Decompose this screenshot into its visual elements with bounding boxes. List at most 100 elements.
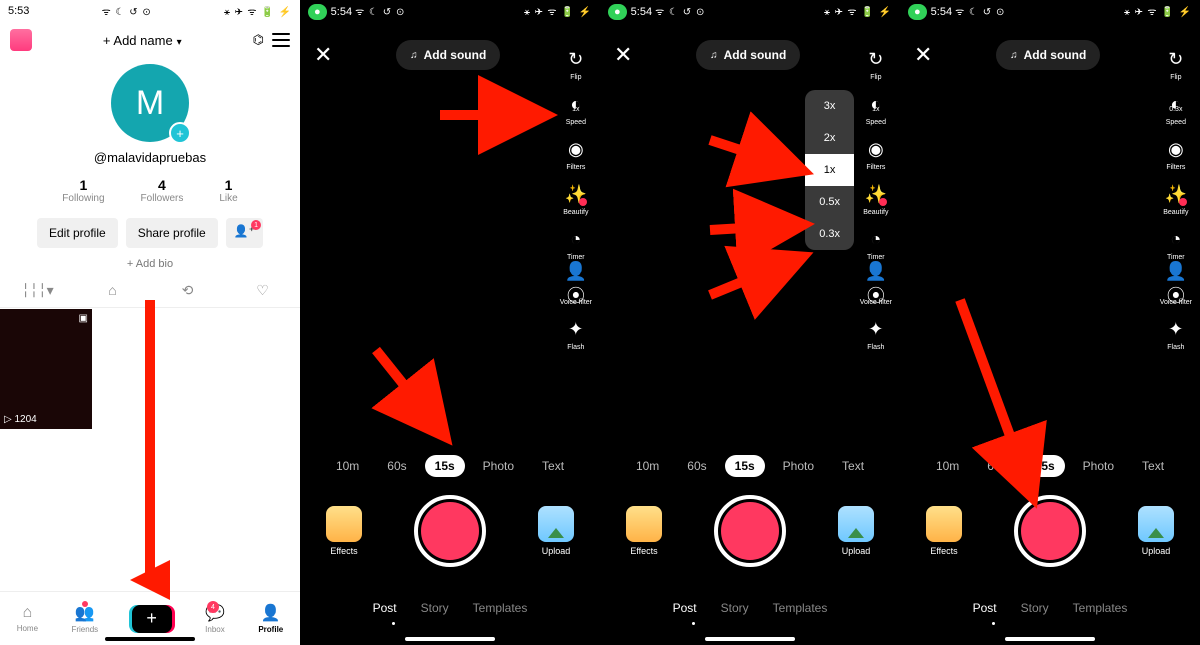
duration-15s[interactable]: 15s	[725, 455, 765, 477]
status-bar: 5:53 ᯤ ☾ ↺ ⊙ ⚹ ✈ ᯤ 🔋 ⚡	[0, 0, 300, 22]
avatar[interactable]: M +	[111, 64, 189, 142]
add-friends-button[interactable]: 👤⁺ 1	[226, 218, 263, 248]
upload-button[interactable]: Upload	[838, 506, 874, 556]
tool-voice-filter[interactable]: 👤⦿ Voice filter	[860, 271, 892, 306]
tool-flash[interactable]: ✦ Flash	[863, 316, 889, 351]
add-sound-button[interactable]: ♫Add sound	[396, 40, 500, 70]
tab-profile[interactable]: 👤Profile	[258, 603, 283, 634]
close-icon[interactable]: ✕	[314, 42, 332, 68]
profile-panel: 5:53 ᯤ ☾ ↺ ⊙ ⚹ ✈ ᯤ 🔋 ⚡ + Add name▾ ⌬ M +…	[0, 0, 300, 645]
tab-friends[interactable]: 👥Friends	[71, 603, 98, 634]
tool-speed[interactable]: ◐1x Speed	[863, 91, 889, 126]
voice-filter-icon: 👤⦿	[1163, 271, 1189, 297]
stat-followers[interactable]: 4Followers	[123, 177, 202, 204]
create-button[interactable]: +	[132, 605, 172, 633]
duration-Text[interactable]: Text	[532, 455, 574, 477]
stat-following[interactable]: 1Following	[44, 177, 122, 204]
duration-60s[interactable]: 60s	[677, 455, 716, 477]
add-name-button[interactable]: + Add name▾	[32, 33, 253, 48]
tab-repost-icon[interactable]: ⟲	[168, 282, 208, 299]
speed-option-0.3x[interactable]: 0.3x	[805, 218, 854, 250]
duration-60s[interactable]: 60s	[377, 455, 416, 477]
tab-feed-icon[interactable]: ╎╎╎▾	[18, 282, 58, 299]
footsteps-icon[interactable]: ⌬	[253, 32, 264, 48]
tool-flip[interactable]: ↻ Flip	[1163, 46, 1189, 81]
duration-10m[interactable]: 10m	[626, 455, 669, 477]
edit-profile-button[interactable]: Edit profile	[37, 218, 118, 248]
close-icon[interactable]: ✕	[914, 42, 932, 68]
tool-speed[interactable]: ◐1x Speed	[563, 91, 589, 126]
duration-Text[interactable]: Text	[1132, 455, 1174, 477]
tool-beautify[interactable]: ✨ Beautify	[563, 181, 589, 216]
tool-timer[interactable]: ◔ Timer	[563, 226, 589, 261]
tool-flash[interactable]: ✦ Flash	[1163, 316, 1189, 351]
tool-speed[interactable]: ◐0.3x Speed	[1163, 91, 1189, 126]
post-tab-post[interactable]: Post	[973, 601, 997, 615]
speed-option-1x[interactable]: 1x	[805, 154, 854, 186]
post-tab-story[interactable]: Story	[721, 601, 749, 615]
tool-flip[interactable]: ↻ Flip	[563, 46, 589, 81]
tool-voice-filter[interactable]: 👤⦿ Voice filter	[1160, 271, 1192, 306]
tool-voice-filter[interactable]: 👤⦿ Voice filter	[560, 271, 592, 306]
effects-button[interactable]: Effects	[626, 506, 662, 556]
duration-60s[interactable]: 60s	[977, 455, 1016, 477]
shutter-button[interactable]	[414, 495, 486, 567]
tab-inbox[interactable]: 💬4Inbox	[205, 603, 225, 634]
tool-beautify[interactable]: ✨ Beautify	[863, 181, 889, 216]
add-sound-button[interactable]: ♫Add sound	[696, 40, 800, 70]
duration-10m[interactable]: 10m	[326, 455, 369, 477]
effects-button[interactable]: Effects	[926, 506, 962, 556]
effects-button[interactable]: Effects	[326, 506, 362, 556]
tab-home[interactable]: ⌂Home	[17, 604, 38, 633]
upload-button[interactable]: Upload	[538, 506, 574, 556]
duration-Text[interactable]: Text	[832, 455, 874, 477]
recording-pill: ●	[308, 4, 327, 20]
share-profile-button[interactable]: Share profile	[126, 218, 218, 248]
tool-filters[interactable]: ◉ Filters	[563, 136, 589, 171]
duration-15s[interactable]: 15s	[1025, 455, 1065, 477]
tool-filters[interactable]: ◉ Filters	[863, 136, 889, 171]
speed-option-2x[interactable]: 2x	[805, 122, 854, 154]
tool-timer[interactable]: ◔ Timer	[1163, 226, 1189, 261]
status-right-icons: ⚹ ✈ ᯤ 🔋 ⚡	[224, 4, 292, 18]
speed-option-0.5x[interactable]: 0.5x	[805, 186, 854, 218]
tool-timer[interactable]: ◔ Timer	[863, 226, 889, 261]
post-tab-story[interactable]: Story	[1021, 601, 1049, 615]
tool-filters[interactable]: ◉ Filters	[1163, 136, 1189, 171]
menu-icon[interactable]	[272, 33, 290, 47]
post-tab-post[interactable]: Post	[373, 601, 397, 615]
close-icon[interactable]: ✕	[614, 42, 632, 68]
tool-flip[interactable]: ↻ Flip	[863, 46, 889, 81]
duration-15s[interactable]: 15s	[425, 455, 465, 477]
timer-icon: ◔	[563, 226, 589, 252]
timer-icon: ◔	[863, 226, 889, 252]
post-tab-templates[interactable]: Templates	[1073, 601, 1128, 615]
add-photo-icon[interactable]: +	[169, 122, 191, 144]
post-mode-tabs: Post Story Templates	[900, 601, 1200, 615]
stat-likes[interactable]: 1Like	[201, 177, 255, 204]
post-tab-templates[interactable]: Templates	[473, 601, 528, 615]
post-tab-story[interactable]: Story	[421, 601, 449, 615]
post-tab-post[interactable]: Post	[673, 601, 697, 615]
tool-beautify[interactable]: ✨ Beautify	[1163, 181, 1189, 216]
shutter-button[interactable]	[714, 495, 786, 567]
shutter-button[interactable]	[1014, 495, 1086, 567]
video-thumbnail[interactable]: ▣ ▷ 1204	[0, 309, 92, 429]
speed-option-3x[interactable]: 3x	[805, 90, 854, 122]
post-tab-templates[interactable]: Templates	[773, 601, 828, 615]
friend-badge: 1	[251, 220, 261, 230]
camera-panel-2: ●5:54 ᯤ ☾ ↺ ⊙ ⚹ ✈ ᯤ 🔋 ⚡ ✕ ♫Add sound ↻ F…	[600, 0, 900, 645]
duration-10m[interactable]: 10m	[926, 455, 969, 477]
tab-liked-icon[interactable]: ♡	[243, 282, 283, 299]
add-sound-button[interactable]: ♫Add sound	[996, 40, 1100, 70]
gift-icon[interactable]	[10, 29, 32, 51]
duration-Photo[interactable]: Photo	[773, 455, 824, 477]
duration-selector: 10m 60s 15s Photo Text	[900, 455, 1200, 477]
duration-Photo[interactable]: Photo	[1073, 455, 1124, 477]
upload-button[interactable]: Upload	[1138, 506, 1174, 556]
add-bio-button[interactable]: + Add bio	[0, 258, 300, 270]
tab-locked-icon[interactable]: ⌂	[93, 282, 133, 299]
duration-Photo[interactable]: Photo	[473, 455, 524, 477]
tool-flash[interactable]: ✦ Flash	[563, 316, 589, 351]
status-time: 5:54	[931, 6, 952, 18]
